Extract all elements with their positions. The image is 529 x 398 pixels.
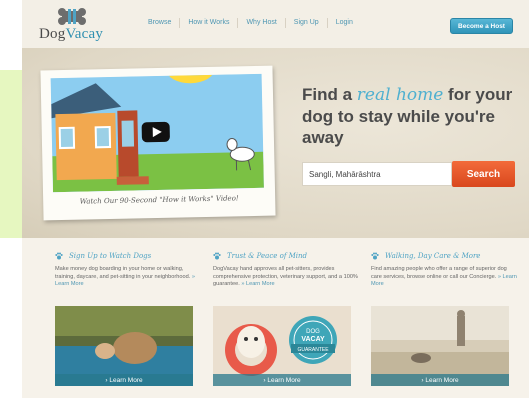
features: Sign Up to Watch Dogs Make money dog boa… (22, 238, 529, 398)
hero-tagline: Find a real home for your dog to stay wh… (302, 84, 517, 148)
learn-more-button[interactable]: › Learn More (213, 374, 351, 386)
search-button[interactable]: Search (452, 161, 515, 187)
feature-description: Make money dog boarding in your home or … (55, 266, 203, 289)
learn-more-link[interactable]: » Learn More (241, 281, 274, 287)
bone-logo-icon (58, 8, 86, 25)
feature-title-text: Walking, Day Care & More (385, 252, 481, 260)
feature-trust: Trust & Peace of Mind DogVacay hand appr… (213, 252, 361, 289)
nav-why-host[interactable]: Why Host (238, 18, 286, 28)
badge-text-2: VACAY (301, 336, 325, 343)
tagline-highlight: real home (356, 85, 444, 105)
paw-icon (371, 252, 379, 260)
become-host-button[interactable]: Become a Host (450, 18, 513, 34)
logo[interactable]: DogVacay (39, 8, 109, 42)
left-accent-bar (0, 70, 22, 238)
feature-description-text: Make money dog boarding in your home or … (55, 266, 191, 280)
paw-icon (213, 252, 221, 260)
top-nav: Browse How it Works Why Host Sign Up Log… (140, 18, 361, 28)
feature-description-text: Find amazing people who offer a range of… (371, 266, 507, 280)
feature-image-pool-dogs[interactable]: › Learn More (55, 306, 193, 386)
video-caption: Watch Our 90-Second "How it Works" Video… (79, 194, 239, 206)
header: DogVacay Browse How it Works Why Host Si… (22, 0, 529, 49)
logo-text-vacay: Vacay (65, 26, 104, 42)
feature-sign-up: Sign Up to Watch Dogs Make money dog boa… (55, 252, 203, 289)
feature-title[interactable]: Sign Up to Watch Dogs (55, 252, 203, 260)
page: DogVacay Browse How it Works Why Host Si… (22, 0, 529, 398)
paw-icon (55, 252, 63, 260)
hero: Watch Our 90-Second "How it Works" Video… (22, 48, 529, 238)
feature-description: DogVacay hand approves all pet-sitters, … (213, 266, 361, 289)
feature-title-text: Trust & Peace of Mind (227, 252, 308, 260)
logo-text: DogVacay (39, 26, 103, 43)
nav-login[interactable]: Login (328, 18, 361, 28)
feature-title-text: Sign Up to Watch Dogs (69, 252, 152, 260)
feature-title[interactable]: Walking, Day Care & More (371, 252, 519, 260)
learn-more-button[interactable]: › Learn More (371, 374, 509, 386)
learn-more-button[interactable]: › Learn More (55, 374, 193, 386)
feature-description-text: DogVacay hand approves all pet-sitters, … (213, 266, 358, 287)
feature-title[interactable]: Trust & Peace of Mind (213, 252, 361, 260)
feature-image-beach-walk[interactable]: › Learn More (371, 306, 509, 386)
badge-text-1: DOG (306, 329, 320, 335)
tagline-pre: Find a (302, 85, 357, 104)
feature-image-guarantee[interactable]: DOG VACAY GUARANTEE › Learn More (213, 306, 351, 386)
location-search-input[interactable]: Sangli, Mahārāshtra (302, 162, 452, 186)
nav-browse[interactable]: Browse (140, 18, 181, 28)
badge-text-3: GUARANTEE (297, 347, 329, 353)
feature-walking: Walking, Day Care & More Find amazing pe… (371, 252, 519, 289)
feature-description: Find amazing people who offer a range of… (371, 266, 519, 289)
nav-how-it-works[interactable]: How it Works (180, 18, 239, 28)
video-frame[interactable]: Watch Our 90-Second "How it Works" Video… (40, 65, 276, 221)
logo-text-dog: Dog (39, 26, 66, 42)
nav-sign-up[interactable]: Sign Up (286, 18, 328, 28)
video-thumbnail[interactable] (50, 73, 264, 193)
play-video-button[interactable] (141, 121, 170, 143)
